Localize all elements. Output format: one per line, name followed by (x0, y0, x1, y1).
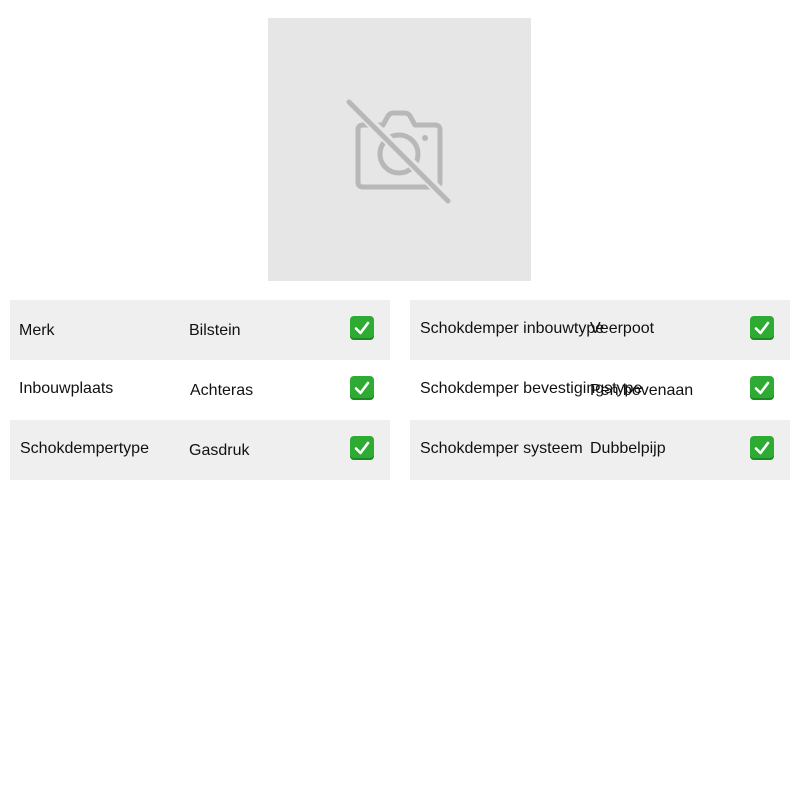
spec-label: Schokdemper inbouwtype (420, 320, 605, 337)
spec-row-inbouwtype: Schokdemper inbouwtype Veerpoot (410, 300, 790, 360)
spec-value: Gasdruk (189, 442, 250, 459)
spec-value: Veerpoot (590, 320, 655, 337)
spec-value: Bilstein (189, 322, 241, 339)
checkmark-icon (750, 436, 774, 460)
spec-row-bevestigingstype: Schokdemper bevestigingstype Pen bovenaa… (410, 360, 790, 420)
spec-label: Schokdempertype (20, 440, 149, 457)
spec-value: Pen bovenaan (590, 382, 694, 399)
checkmark-icon (750, 376, 774, 400)
checkmark-icon (750, 316, 774, 340)
spec-row-inbouwplaats: Inbouwplaats Achteras (10, 360, 390, 420)
spec-row-schokdempertype: Schokdempertype Gasdruk (10, 420, 390, 480)
checkmark-icon (350, 316, 374, 340)
checkmark-icon (350, 376, 374, 400)
spec-label: Schokdemper systeem (420, 440, 583, 457)
camera-off-icon (346, 98, 452, 204)
spec-label: Inbouwplaats (19, 380, 114, 397)
spec-row-merk: Merk Bilstein (10, 300, 390, 360)
spec-value: Achteras (190, 382, 254, 399)
checkmark-icon (350, 436, 374, 460)
product-image-placeholder (268, 18, 531, 281)
spec-value: Dubbelpijp (590, 440, 666, 457)
spec-label: Merk (19, 322, 55, 339)
spec-row-systeem: Schokdemper systeem Dubbelpijp (410, 420, 790, 480)
